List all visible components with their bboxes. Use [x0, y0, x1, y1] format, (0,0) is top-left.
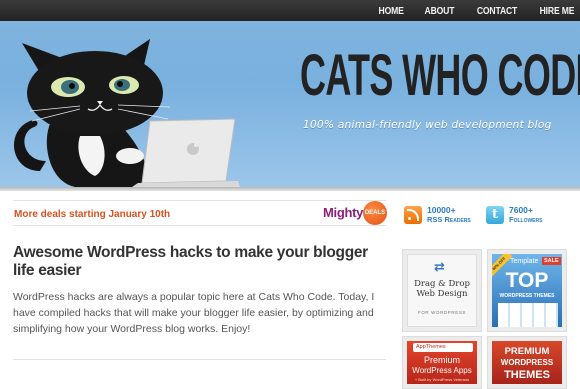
site-header: CATS WHO CODE 100% animal-friendly web d…: [0, 21, 580, 187]
ad-line1: AppThemes: [413, 343, 473, 352]
nav-home-link[interactable]: HOME: [379, 5, 404, 17]
ad-drag-drop-web-design[interactable]: ⇄ Drag & Drop Web Design FOR WORDPRESS: [402, 249, 482, 332]
ad-line3: FOR WORDPRESS: [417, 310, 467, 315]
post-title[interactable]: Awesome WordPress hacks to make your blo…: [13, 244, 386, 280]
rss-count: 10000+: [427, 205, 456, 215]
top-nav: HOME ABOUT CONTACT HIRE ME: [373, 0, 574, 21]
ad-line3: THEMES: [504, 369, 550, 381]
ad-line2: TOP: [505, 269, 549, 292]
cat-mascot-logo[interactable]: [0, 21, 260, 187]
deals-text[interactable]: More deals starting January 10th: [14, 209, 170, 220]
ad-premium-themes[interactable]: PREMIUM WORDPRESS THEMES: [487, 336, 567, 389]
ad-line3: WordPress Apps: [412, 366, 472, 375]
ad-inner: 40% OFF Template SALE TOP WORDPRESS THEM…: [492, 254, 562, 327]
deals-badge-icon: DEALS: [363, 201, 387, 225]
twitter-icon[interactable]: t: [486, 205, 504, 224]
header-divider: [0, 187, 580, 191]
theme-thumbnails: [498, 303, 558, 327]
nav-contact-link[interactable]: CONTACT: [477, 5, 517, 17]
ad-inner: ⇄ Drag & Drop Web Design FOR WORDPRESS: [407, 254, 477, 327]
twitter-label: Followers: [509, 215, 543, 224]
ad-line2: Premium: [423, 355, 460, 365]
sale-badge: SALE: [542, 257, 561, 265]
ad-line3: WORDPRESS THEMES: [499, 293, 555, 299]
rss-label: RSS Readers: [427, 215, 471, 224]
twitter-count: 7600+: [509, 205, 533, 215]
mighty-deals-logo[interactable]: Mighty: [323, 205, 363, 220]
site-title[interactable]: CATS WHO CODE: [300, 45, 580, 107]
nav-hire-me-link[interactable]: HIRE ME: [539, 5, 574, 17]
top-nav-bar: HOME ABOUT CONTACT HIRE ME: [0, 0, 580, 21]
ad-inner: PREMIUM WORDPRESS THEMES: [492, 341, 562, 384]
post-excerpt: WordPress hacks are always a popular top…: [13, 291, 375, 335]
rss-icon[interactable]: [404, 205, 422, 224]
shuffle-icon: ⇄: [434, 259, 445, 274]
ad-line1: Drag & Drop: [414, 279, 470, 289]
ad-inner: AppThemes Premium WordPress Apps + Built…: [407, 341, 477, 384]
rss-subscribe[interactable]: 10000+ RSS Readers: [404, 205, 471, 224]
ad-line2: WORDPRESS: [500, 358, 554, 367]
rss-text: 10000+ RSS Readers: [427, 205, 471, 224]
twitter-text: 7600+ Followers: [509, 205, 542, 224]
ad-template-sale[interactable]: 40% OFF Template SALE TOP WORDPRESS THEM…: [487, 249, 567, 332]
nav-about-link[interactable]: ABOUT: [425, 5, 455, 17]
ad-line1: PREMIUM: [504, 346, 550, 357]
ad-appthemes[interactable]: AppThemes Premium WordPress Apps + Built…: [402, 336, 482, 389]
site-tagline: 100% animal-friendly web development blo…: [303, 119, 552, 131]
post-divider: [13, 359, 386, 360]
deals-banner[interactable]: More deals starting January 10th Mighty …: [13, 200, 387, 226]
twitter-follow[interactable]: t 7600+ Followers: [486, 205, 542, 224]
ad-line2: Web Design: [416, 289, 468, 299]
ad-line1: Template: [510, 258, 539, 265]
ad-line4: + Built by WordPress Veterans: [414, 377, 470, 382]
